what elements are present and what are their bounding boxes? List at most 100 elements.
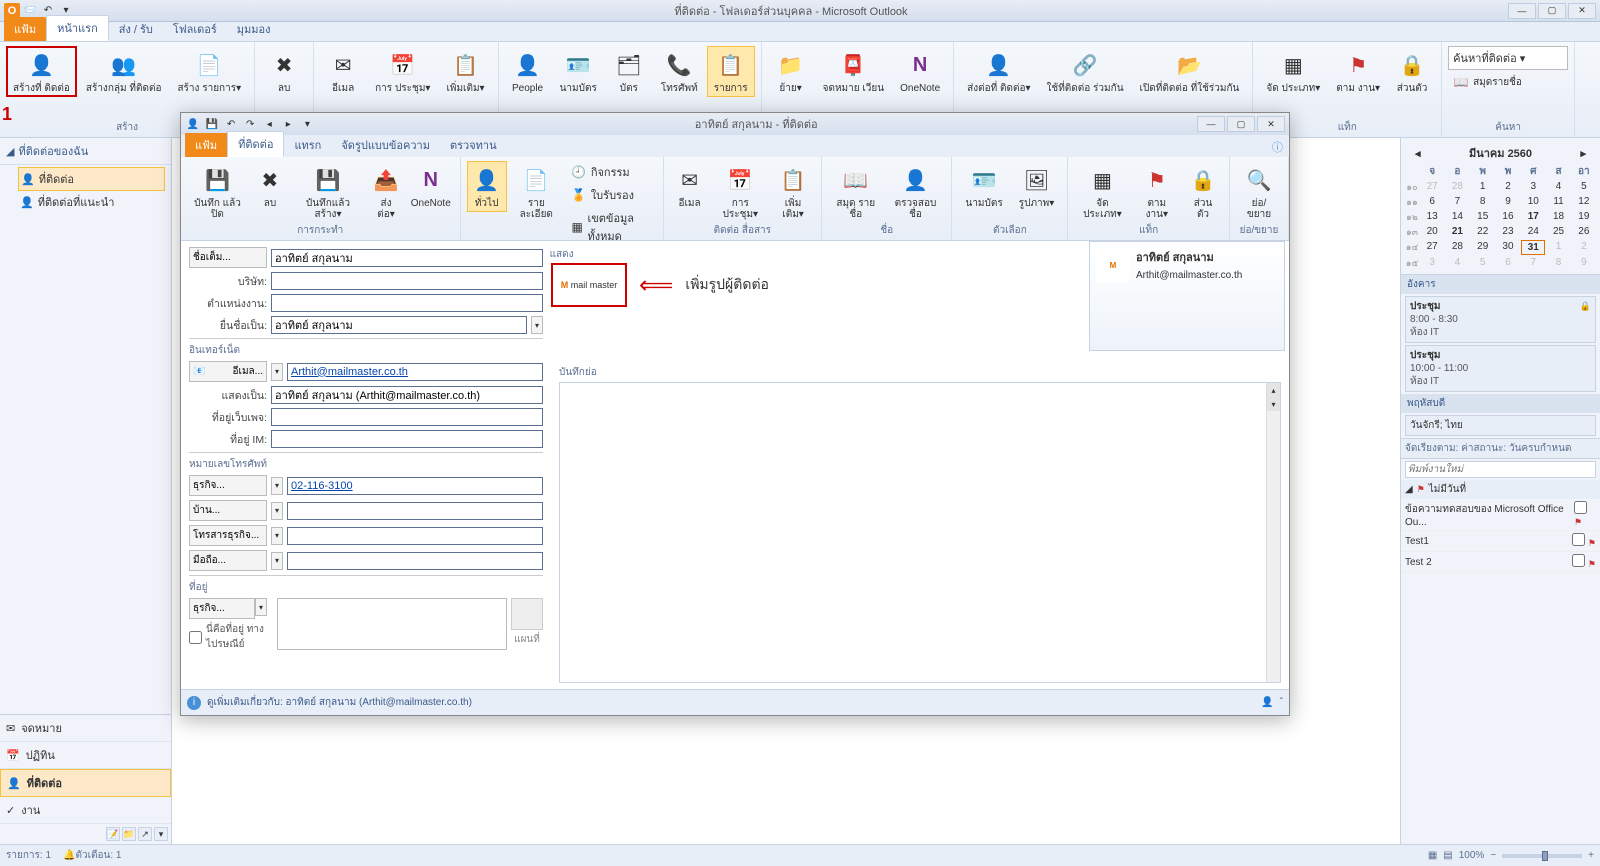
checknames-button[interactable]: 👤ตรวจสอบ ชื่อ xyxy=(885,161,945,223)
show-details-button[interactable]: 📄รายละเอียด xyxy=(509,161,564,223)
mobile-button[interactable]: มือถือ... xyxy=(189,550,267,571)
maximize-button[interactable]: ▢ xyxy=(1538,3,1566,19)
ctab-file[interactable]: แฟ้ม xyxy=(185,133,227,157)
notes-textarea[interactable]: ▴▾ xyxy=(559,382,1281,683)
minimize-button[interactable]: — xyxy=(1508,3,1536,19)
mailing-address-checkbox[interactable]: นี่คือที่อยู่ ทางไปรษณีย์ xyxy=(189,622,273,652)
task-check[interactable] xyxy=(1574,501,1587,514)
czoom-button[interactable]: 🔍ย่อ/ขยาย xyxy=(1236,161,1282,223)
more-button[interactable]: 📋เพิ่มเติม▾ xyxy=(439,46,491,97)
qat-redo-icon[interactable]: ↷ xyxy=(242,116,258,132)
fwd-contact-button[interactable]: 👤ส่งต่อที่ ติดต่อ▾ xyxy=(960,46,1037,97)
qat-undo-icon[interactable]: ↶ xyxy=(223,116,239,132)
contact-people-pane[interactable]: i ดูเพิ่มเติมเกี่ยวกับ: อาทิตย์ สกุลนาม … xyxy=(181,689,1289,715)
fullname-button[interactable]: ชื่อเต็ม... xyxy=(189,247,267,268)
notes-scrollbar[interactable]: ▴▾ xyxy=(1266,383,1280,682)
zoom-in-icon[interactable]: + xyxy=(1588,850,1594,861)
addressbook-button[interactable]: 📖สมุดรายชื่อ xyxy=(1448,72,1527,92)
qat-next-icon[interactable]: ▸ xyxy=(280,116,296,132)
save-new-button[interactable]: 💾บันทึกแล้ว สร้าง▾ xyxy=(292,161,364,223)
find-contact-input[interactable]: ค้นหาที่ติดต่อ ▾ xyxy=(1448,46,1568,70)
nav-shortcut-mini-icon[interactable]: ↗ xyxy=(138,827,152,841)
date-navigator[interactable]: ◂ มีนาคม 2560 ▸ จอพพศสอา๑๐272812345๑๑678… xyxy=(1401,138,1600,274)
mobile-input[interactable] xyxy=(287,552,543,570)
email-button[interactable]: ✉อีเมล xyxy=(320,46,366,97)
qat-prev-icon[interactable]: ◂ xyxy=(261,116,277,132)
fileas-input[interactable] xyxy=(271,316,527,334)
business-addr-dropdown-icon[interactable]: ▾ xyxy=(255,598,267,616)
contact-photo-placeholder[interactable]: M mail master xyxy=(551,263,627,307)
cforward-button[interactable]: 📤ส่ง ต่อ▾ xyxy=(366,161,406,223)
tab-home[interactable]: หน้าแรก xyxy=(46,15,109,41)
tab-view[interactable]: มุมมอง xyxy=(227,17,281,41)
email-input[interactable] xyxy=(287,363,543,381)
business-phone-input[interactable] xyxy=(287,477,543,495)
cmeeting-button[interactable]: 📅การ ประชุม▾ xyxy=(712,161,770,223)
view-phone-button[interactable]: 📞โทรศัพท์ xyxy=(654,46,705,97)
nav-calendar-button[interactable]: 📅ปฏิทิน xyxy=(0,742,171,769)
conenote-button[interactable]: NOneNote xyxy=(408,161,454,212)
close-button[interactable]: ✕ xyxy=(1568,3,1596,19)
tab-file[interactable]: แฟ้ม xyxy=(4,17,46,41)
contact-close-button[interactable]: ✕ xyxy=(1257,116,1285,132)
nav-config-mini-icon[interactable]: ▾ xyxy=(154,827,168,841)
nav-mail-button[interactable]: ✉จดหมาย xyxy=(0,715,171,742)
people-pane-expand-icon[interactable]: ˆ xyxy=(1280,697,1283,708)
nav-contacts-item[interactable]: 👤ที่ติดต่อ xyxy=(18,167,165,191)
busfax-input[interactable] xyxy=(287,527,543,545)
business-card-preview[interactable]: M อาทิตย์ สกุลนาม Arthit@mailmaster.co.t… xyxy=(1089,241,1285,351)
ctab-review[interactable]: ตรวจทาน xyxy=(440,133,507,157)
email-field-button[interactable]: 📧อีเมล... xyxy=(189,361,267,382)
fileas-dropdown-icon[interactable]: ▾ xyxy=(531,316,543,334)
home-phone-input[interactable] xyxy=(287,502,543,520)
caddressbook-button[interactable]: 📖สมุด รายชื่อ xyxy=(828,161,883,223)
company-input[interactable] xyxy=(271,272,543,290)
ccategorize-button[interactable]: ▦จัด ประเภท▾ xyxy=(1074,161,1130,223)
help-icon[interactable]: ⓘ xyxy=(1266,137,1289,157)
qat-dropdown-icon[interactable]: ▾ xyxy=(299,116,315,132)
fullname-input[interactable] xyxy=(271,249,543,267)
business-addr-button[interactable]: ธุรกิจ... xyxy=(189,598,255,619)
tasks-sort-header[interactable]: จัดเรียงตาม: ค่าสถานะ: วันครบกำหนด xyxy=(1401,438,1600,459)
qat-save-icon[interactable]: 💾 xyxy=(204,116,220,132)
flag-icon[interactable]: ⚑ xyxy=(1588,538,1596,548)
onenote-button[interactable]: NOneNote xyxy=(893,46,947,97)
nav-notes-mini-icon[interactable]: 📝 xyxy=(106,827,120,841)
business-phone-dropdown-icon[interactable]: ▾ xyxy=(271,477,283,495)
flag-icon[interactable]: ⚑ xyxy=(1574,517,1582,527)
home-phone-button[interactable]: บ้าน... xyxy=(189,500,267,521)
view-card-button[interactable]: 🗂บัตร xyxy=(606,46,652,97)
cbcard-button[interactable]: 🪪นามบัตร xyxy=(958,161,1009,212)
new-items-button[interactable]: 📄สร้าง รายการ▾ xyxy=(170,46,248,97)
tab-sendrecv[interactable]: ส่ง / รับ xyxy=(109,17,163,41)
delete-button[interactable]: ✖ลบ xyxy=(261,46,307,97)
ctab-format[interactable]: จัดรูปแบบข้อความ xyxy=(331,133,440,157)
cfollowup-button[interactable]: ⚑ตาม งาน▾ xyxy=(1133,161,1181,223)
nav-contacts-button[interactable]: 👤ที่ติดต่อ xyxy=(0,769,171,797)
mobile-dropdown-icon[interactable]: ▾ xyxy=(271,552,283,570)
contact-maximize-button[interactable]: ▢ xyxy=(1227,116,1255,132)
cdelete-button[interactable]: ✖ลบ xyxy=(250,161,290,212)
jobtitle-input[interactable] xyxy=(271,294,543,312)
zoom-slider[interactable] xyxy=(1502,854,1582,858)
zoom-out-icon[interactable]: − xyxy=(1490,850,1496,861)
business-addr-input[interactable] xyxy=(277,598,507,650)
task-item[interactable]: Test 2 ⚑ xyxy=(1401,552,1600,573)
view-list-button[interactable]: 📋รายการ xyxy=(707,46,755,97)
webpage-input[interactable] xyxy=(271,408,543,426)
business-phone-button[interactable]: ธุรกิจ... xyxy=(189,475,267,496)
busfax-dropdown-icon[interactable]: ▾ xyxy=(271,527,283,545)
agenda-item[interactable]: ประชุม 10:00 - 11:00 ห้อง IT xyxy=(1405,345,1596,392)
show-certs-button[interactable]: 🏅ใบรับรอง xyxy=(566,184,657,206)
flag-icon[interactable]: ⚑ xyxy=(1588,559,1596,569)
cal-next-icon[interactable]: ▸ xyxy=(1580,147,1586,160)
tab-folder[interactable]: โฟลเดอร์ xyxy=(163,17,227,41)
nav-folder-mini-icon[interactable]: 📁 xyxy=(122,827,136,841)
view-normal-icon[interactable]: ▦ xyxy=(1428,850,1437,861)
im-input[interactable] xyxy=(271,430,543,448)
cal-prev-icon[interactable]: ◂ xyxy=(1415,147,1421,160)
cprivate-button[interactable]: 🔒ส่วนตัว xyxy=(1183,161,1223,223)
task-check[interactable] xyxy=(1572,533,1585,546)
meeting-button[interactable]: 📅การ ประชุม▾ xyxy=(368,46,437,97)
cmore-button[interactable]: 📋เพิ่มเติม▾ xyxy=(771,161,815,223)
